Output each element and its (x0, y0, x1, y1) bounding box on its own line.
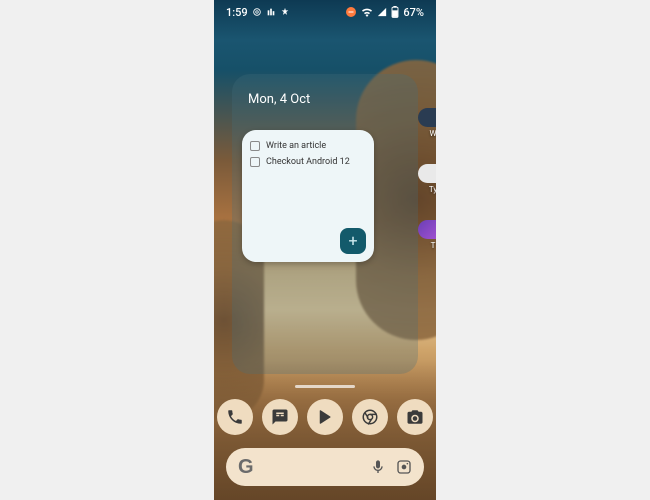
camera-app[interactable] (397, 399, 433, 435)
app-circle-icon (418, 164, 436, 183)
lens-icon[interactable] (396, 459, 412, 475)
chrome-app[interactable] (352, 399, 388, 435)
app-icon[interactable]: W (418, 108, 436, 138)
status-clock: 1:59 (226, 6, 248, 19)
checkbox-icon[interactable] (250, 157, 260, 167)
play-store-app[interactable] (307, 399, 343, 435)
status-right: 67% (345, 6, 424, 19)
add-todo-button[interactable]: + (340, 228, 366, 254)
app-icon[interactable]: Ty (418, 164, 436, 194)
plus-icon: + (348, 233, 357, 249)
dock (214, 392, 436, 442)
chrome-icon (361, 408, 379, 426)
battery-percent: 67% (403, 6, 424, 19)
todo-item-label: Checkout Android 12 (266, 157, 350, 167)
signal-icon (377, 7, 387, 17)
dnd-icon (345, 6, 357, 18)
date-widget[interactable]: Mon, 4 Oct (244, 86, 406, 107)
android-home-screen: 1:59 67% Mon, 4 Oct Write an article Che… (214, 0, 436, 500)
app-circle-icon (418, 108, 436, 127)
status-left: 1:59 (226, 6, 290, 19)
messages-app[interactable] (262, 399, 298, 435)
phone-icon (226, 408, 244, 426)
app-label: W (429, 129, 436, 138)
google-search-bar[interactable]: G (226, 448, 424, 486)
status-bar: 1:59 67% (214, 0, 436, 24)
camera-icon (406, 408, 424, 426)
location-icon (252, 7, 262, 17)
checkbox-icon[interactable] (250, 141, 260, 151)
edge-app-column: W Ty T (418, 108, 436, 250)
app-icon[interactable]: T (418, 220, 436, 250)
notification-icon (266, 7, 276, 17)
app-label: Ty (429, 185, 436, 194)
play-icon (316, 408, 334, 426)
app-label: T (431, 241, 436, 250)
google-g-icon: G (238, 456, 254, 479)
app-circle-icon (418, 220, 436, 239)
todo-item-label: Write an article (266, 141, 326, 151)
notification-icon (280, 7, 290, 17)
phone-app[interactable] (217, 399, 253, 435)
todo-widget[interactable]: Write an article Checkout Android 12 + (242, 130, 374, 262)
battery-icon (391, 6, 399, 18)
todo-item[interactable]: Checkout Android 12 (250, 154, 366, 170)
todo-item[interactable]: Write an article (250, 138, 366, 154)
wifi-icon (361, 7, 373, 17)
app-drawer-handle[interactable] (295, 385, 355, 388)
messages-icon (271, 408, 289, 426)
mic-icon[interactable] (370, 459, 386, 475)
widget-resize-frame[interactable]: Mon, 4 Oct Write an article Checkout And… (232, 74, 418, 374)
